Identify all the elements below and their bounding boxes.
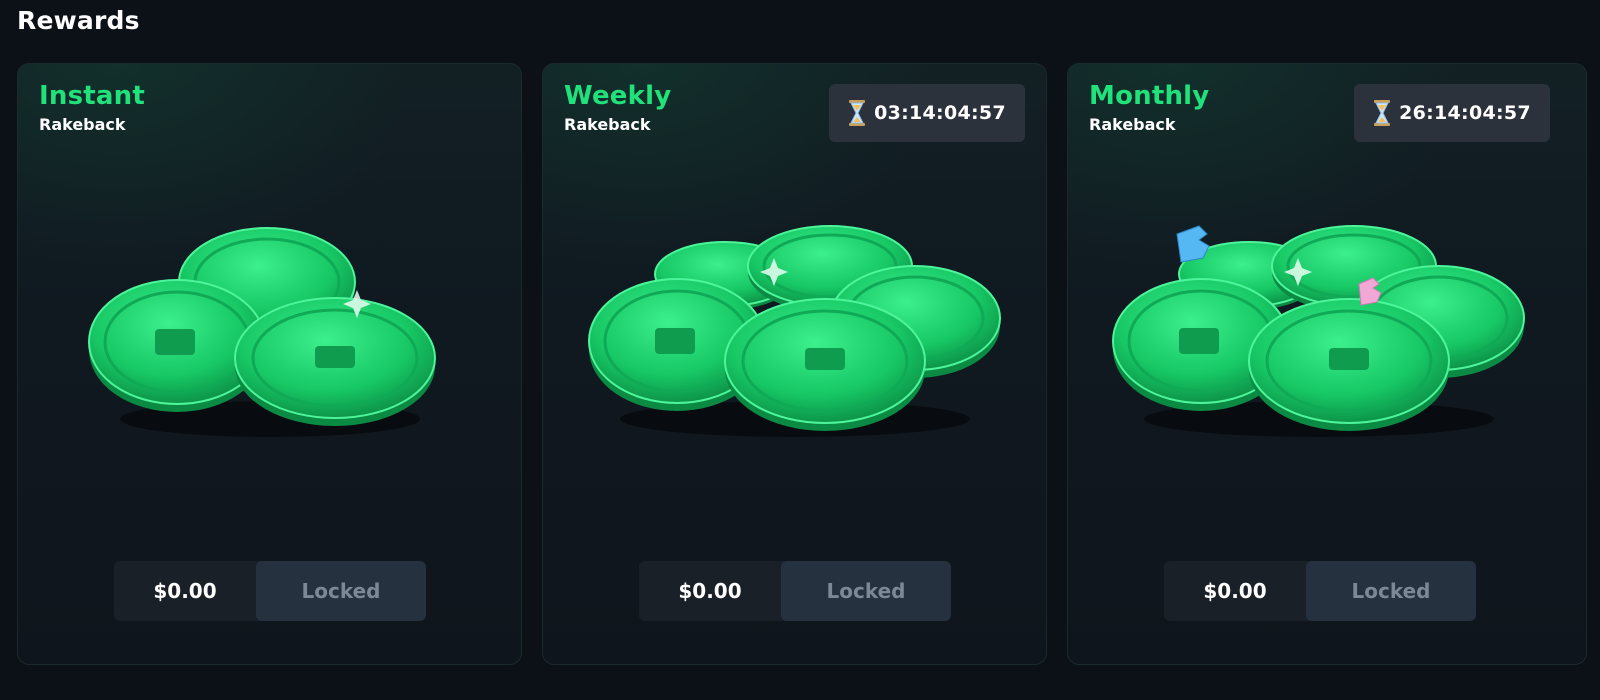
reward-card-monthly: Monthly Rakeback 26:14:04:57 $0.00 Locke…: [1067, 63, 1587, 665]
timer-text: 26:14:04:57: [1399, 102, 1531, 124]
green-coins-icon: [585, 214, 1005, 458]
locked-button[interactable]: Locked: [1306, 561, 1476, 621]
reward-card-weekly: Weekly Rakeback 03:14:04:57 $0.00 Locked: [542, 63, 1047, 665]
claim-bar: $0.00 Locked: [114, 561, 426, 621]
locked-button[interactable]: Locked: [781, 561, 951, 621]
reward-amount: $0.00: [1203, 579, 1267, 603]
card-subtitle: Rakeback: [39, 115, 126, 134]
rewards-page: Rewards Instant Rakeback $0.00 Locked We…: [0, 0, 1600, 700]
countdown-timer: 03:14:04:57: [829, 84, 1025, 142]
card-title: Monthly: [1089, 81, 1210, 111]
hourglass-icon: [848, 100, 866, 126]
card-title: Weekly: [564, 81, 672, 111]
countdown-timer: 26:14:04:57: [1354, 84, 1550, 142]
hourglass-icon: [1373, 100, 1391, 126]
reward-card-instant: Instant Rakeback $0.00 Locked: [17, 63, 522, 665]
card-title: Instant: [39, 81, 145, 111]
card-subtitle: Rakeback: [564, 115, 651, 134]
locked-button[interactable]: Locked: [256, 561, 426, 621]
reward-amount: $0.00: [678, 579, 742, 603]
section-title: Rewards: [17, 6, 140, 35]
claim-bar: $0.00 Locked: [639, 561, 951, 621]
timer-text: 03:14:04:57: [874, 102, 1006, 124]
claim-bar: $0.00 Locked: [1164, 561, 1476, 621]
reward-amount: $0.00: [153, 579, 217, 603]
green-coins-icon: [85, 214, 455, 458]
green-coins-icon: [1109, 214, 1529, 458]
card-subtitle: Rakeback: [1089, 115, 1176, 134]
rewards-cards: Instant Rakeback $0.00 Locked Weekly Rak…: [17, 63, 1587, 665]
